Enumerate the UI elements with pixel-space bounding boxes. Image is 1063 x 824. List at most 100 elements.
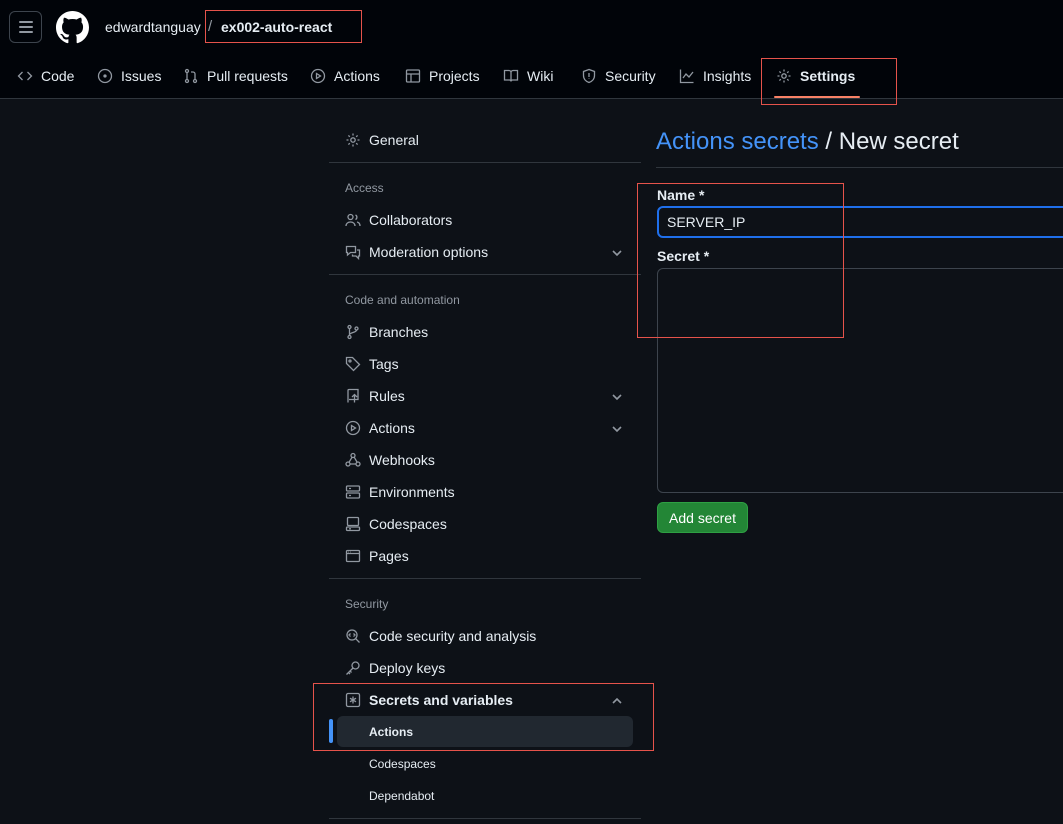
sidebar-item-webhooks[interactable]: Webhooks [329,444,641,476]
tab-projects[interactable]: Projects [405,58,480,94]
tag-icon [345,356,361,372]
secret-value-textarea[interactable] [657,268,1063,493]
sidebar-item-collaborators[interactable]: Collaborators [329,204,641,236]
tab-insights[interactable]: Insights [679,58,751,94]
gear-icon [345,132,361,148]
hamburger-line [18,26,33,28]
sidebar-item-label: Secrets and variables [369,692,513,708]
tab-label: Settings [800,68,856,84]
chevron-up-icon[interactable] [611,694,623,706]
sidebar-item-tags[interactable]: Tags [329,348,641,380]
breadcrumb-separator: / [208,18,213,35]
play-icon [310,68,326,84]
sidebar-subitem-codespaces[interactable]: Codespaces [337,748,633,779]
code-icon [17,71,33,81]
sidebar-item-label: Pages [369,548,409,564]
browser-icon [345,548,361,564]
tab-label: Security [605,68,656,84]
add-secret-button[interactable]: Add secret [657,502,748,533]
sidebar-item-label: Codespaces [369,516,447,532]
sidebar-item-label: General [369,132,419,148]
sidebar-item-general[interactable]: General [329,124,641,156]
tab-label: Issues [121,68,162,84]
active-item-indicator [329,719,333,743]
sidebar-item-moderation-options[interactable]: Moderation options [329,236,641,268]
chevron-down-icon[interactable] [611,246,623,258]
sidebar-item-label: Code security and analysis [369,628,537,644]
sidebar-item-pages[interactable]: Pages [329,540,641,572]
git-pull-request-icon [184,68,198,84]
secret-label: Secret * [657,248,710,264]
tab-label: Actions [334,68,380,84]
key-asterisk-icon [345,692,361,708]
tab-label: Wiki [527,68,554,84]
codespaces-icon [345,516,361,532]
page-title: Actions secrets / New secret [656,128,959,156]
sidebar-heading-security: Security [345,597,389,611]
sidebar-item-label: Collaborators [369,212,453,228]
graph-icon [679,69,694,84]
people-icon [345,212,361,228]
sidebar-subitem-actions[interactable]: Actions [337,716,633,747]
page-title-text: / New secret [818,128,959,155]
actions-secrets-link[interactable]: Actions secrets [656,128,819,155]
title-divider [656,167,1063,168]
tab-actions[interactable]: Actions [310,58,380,94]
name-label: Name * [657,187,705,203]
sidebar-item-label: Actions [369,420,415,436]
secret-name-input[interactable] [657,206,1063,238]
repo-name-link[interactable]: ex002-auto-react [221,19,332,35]
codescan-icon [345,628,361,644]
sidebar-item-deploy-keys[interactable]: Deploy keys [329,652,641,684]
sidebar-divider [329,578,641,579]
sidebar-divider [329,274,641,275]
sidebar-item-code-security[interactable]: Code security and analysis [329,620,641,652]
chevron-down-icon[interactable] [611,390,623,402]
tab-label: Insights [703,68,752,84]
tab-pull-requests[interactable]: Pull requests [183,58,288,94]
server-icon [345,484,361,500]
sidebar-item-label: Branches [369,324,429,340]
active-tab-underline [774,96,860,98]
tab-label: Projects [429,68,480,84]
sidebar-item-rules[interactable]: Rules [329,380,641,412]
sidebar-item-label: Webhooks [369,452,435,468]
tab-wiki[interactable]: Wiki [503,58,553,94]
gear-icon [777,69,791,83]
sidebar-item-environments[interactable]: Environments [329,476,641,508]
tab-code[interactable]: Code [17,58,74,94]
sidebar-item-actions[interactable]: Actions [329,412,641,444]
key-icon [345,660,361,676]
chevron-down-icon[interactable] [611,422,623,434]
git-branch-icon [345,324,361,340]
sidebar-item-label: Deploy keys [369,660,446,676]
comment-discussion-icon [345,244,361,261]
sidebar-heading-access: Access [345,181,384,195]
table-icon [405,69,421,83]
tab-settings[interactable]: Settings [776,58,855,94]
sidebar-subitem-dependabot[interactable]: Dependabot [337,780,633,811]
sidebar-item-label: Rules [369,388,405,404]
sidebar-item-codespaces[interactable]: Codespaces [329,508,641,540]
github-logo-icon[interactable] [56,11,89,44]
sidebar-item-label: Moderation options [369,244,489,260]
sidebar-item-label: Tags [369,356,399,372]
sidebar-item-label: Environments [369,484,455,500]
book-icon [503,69,519,82]
tab-security[interactable]: Security [581,58,656,94]
tab-label: Code [41,68,75,84]
sidebar-heading-code-automation: Code and automation [345,293,460,307]
hamburger-line [18,21,33,23]
webhook-icon [345,452,361,468]
sidebar-item-branches[interactable]: Branches [329,316,641,348]
shield-icon [582,68,596,84]
play-icon [345,420,361,436]
tab-issues[interactable]: Issues [97,58,161,94]
repo-owner-link[interactable]: edwardtanguay [105,19,201,35]
hamburger-line [18,31,33,33]
hamburger-menu-button[interactable] [9,11,42,43]
tab-label: Pull requests [207,68,288,84]
sidebar-divider [329,818,641,819]
sidebar-item-secrets-variables[interactable]: Secrets and variables [329,684,641,716]
repo-push-icon [345,388,361,404]
